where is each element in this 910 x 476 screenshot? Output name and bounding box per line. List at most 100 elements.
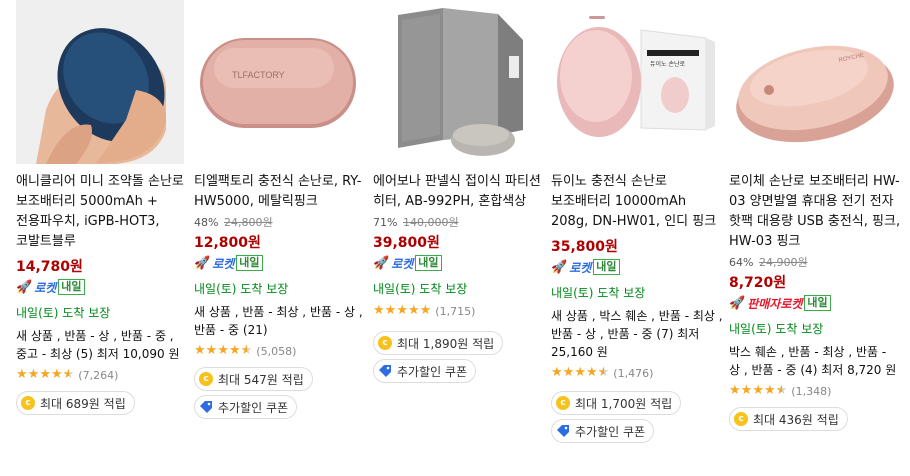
star-icon: ★ — [50, 367, 63, 382]
coupon-tag-icon — [378, 364, 392, 378]
price-unit: 원 — [248, 235, 261, 251]
product-image[interactable]: ROYCHE — [729, 0, 897, 164]
product-price: 12,800원 — [194, 232, 366, 252]
star-icon: ★ — [597, 365, 610, 380]
coin-icon: c — [378, 336, 392, 350]
points-badge: c 최대 689원 적립 — [16, 391, 135, 415]
rating-count: (1,476) — [613, 366, 654, 380]
discount-rate: 71% — [373, 216, 398, 229]
price-value: 12,800 — [194, 235, 249, 251]
tomorrow-badge: 내일 — [58, 279, 85, 295]
coupon-label: 추가할인 쿠폰 — [218, 400, 289, 415]
price-value: 35,800 — [551, 239, 606, 255]
product-title[interactable]: 로이체 손난로 보조배터리 HW-03 양면발열 휴대용 전기 전자 핫팩 대용… — [729, 172, 901, 252]
rating: ★ ★ ★ ★ ★ (5,058) — [194, 343, 366, 359]
discount-info: 48% 24,800원 — [194, 214, 366, 230]
tomorrow-badge: 내일 — [415, 255, 442, 271]
product-card[interactable]: TLFACTORY 티엘팩토리 충전식 손난로, RY-HW5000, 메탈릭핑… — [194, 0, 366, 419]
rocket-icon: 🚀 — [729, 295, 746, 311]
product-options[interactable]: 새 상품 , 반품 - 최상 , 반품 - 상 , 반품 - 중 (21) — [194, 303, 366, 339]
points-badge: c 최대 547원 적립 — [194, 367, 313, 391]
rating-count: (5,058) — [256, 344, 297, 358]
star-rating: ★ ★ ★ ★ ★ — [729, 384, 787, 398]
product-options[interactable]: 새 상품 , 박스 훼손 , 반품 - 최상 , 반품 - 상 , 반품 - 중… — [551, 307, 723, 361]
original-price: 24,800원 — [223, 216, 273, 229]
rocket-label: 로켓 — [34, 280, 57, 295]
rating-count: (7,264) — [78, 368, 119, 382]
discount-info: 71% 140,000원 — [373, 214, 545, 230]
star-icon: ★ — [16, 367, 28, 382]
star-icon: ★ — [373, 303, 385, 318]
coupon-badge[interactable]: 추가할인 쿠폰 — [373, 359, 477, 383]
star-icon: ★ — [194, 343, 206, 358]
coupon-tag-icon — [199, 400, 213, 414]
product-card[interactable]: ROYCHE 로이체 손난로 보조배터리 HW-03 양면발열 휴대용 전기 전… — [729, 0, 901, 431]
product-image[interactable]: TLFACTORY — [194, 0, 362, 164]
delivery-info: 내일(토) 도착 보장 — [729, 322, 824, 336]
delivery-info: 내일(토) 도착 보장 — [551, 286, 646, 300]
star-icon: ★ — [574, 365, 586, 380]
product-options[interactable]: 새 상품 , 반품 - 상 , 반품 - 중 , 중고 - 최상 (5) 최저 … — [16, 327, 188, 363]
points-label: 최대 436원 적립 — [753, 412, 839, 427]
star-icon: ★ — [585, 365, 598, 380]
star-icon: ★ — [752, 383, 764, 398]
rating: ★ ★ ★ ★ ★ (1,715) — [373, 303, 545, 319]
rating: ★ ★ ★ ★ ★ (1,348) — [729, 383, 901, 399]
product-title[interactable]: 듀이노 충전식 손난로 보조배터리 10000mAh 208g, DN-HW01… — [551, 172, 723, 232]
coin-icon: c — [199, 372, 213, 386]
brand-logo: TLFACTORY — [232, 70, 285, 80]
discount-rate: 64% — [729, 256, 754, 269]
price-value: 14,780 — [16, 259, 71, 275]
price-value: 39,800 — [373, 235, 428, 251]
product-grid: 애니클리어 미니 조약돌 손난로 보조배터리 5000mAh + 전용파우치, … — [0, 0, 910, 476]
product-price: 14,780원 — [16, 256, 188, 276]
star-icon: ★ — [384, 303, 397, 318]
rocket-icon: 🚀 — [194, 255, 211, 271]
star-icon: ★ — [407, 303, 420, 318]
points-badge: c 최대 436원 적립 — [729, 407, 848, 431]
star-icon: ★ — [228, 343, 241, 358]
product-image[interactable]: 듀이노 손난로 — [551, 0, 719, 164]
tomorrow-badge: 내일 — [804, 295, 831, 311]
rating: ★ ★ ★ ★ ★ (7,264) — [16, 367, 188, 383]
star-icon: ★ — [240, 343, 253, 358]
coin-icon: c — [556, 396, 570, 410]
seller-rocket-label: 판매자로켓 — [747, 296, 803, 311]
coupon-badge[interactable]: 추가할인 쿠폰 — [194, 395, 298, 419]
star-icon: ★ — [62, 367, 75, 382]
product-image[interactable] — [16, 0, 184, 164]
star-rating: ★ ★ ★ ★ ★ — [16, 368, 74, 382]
product-image[interactable] — [373, 0, 541, 164]
star-icon: ★ — [775, 383, 788, 398]
seller-rocket-badge: 🚀 판매자로켓 내일 — [729, 294, 901, 312]
star-icon: ★ — [396, 303, 408, 318]
star-icon: ★ — [763, 383, 776, 398]
original-price: 24,900원 — [758, 256, 808, 269]
star-icon: ★ — [740, 383, 753, 398]
coupon-badge[interactable]: 추가할인 쿠폰 — [551, 419, 655, 443]
product-price: 35,800원 — [551, 236, 723, 256]
product-card[interactable]: 듀이노 손난로 듀이노 충전식 손난로 보조배터리 10000mAh 208g,… — [551, 0, 723, 443]
tomorrow-badge: 내일 — [593, 259, 620, 275]
rocket-label: 로켓 — [212, 256, 235, 271]
points-badge: c 최대 1,700원 적립 — [551, 391, 682, 415]
rocket-badge: 🚀 로켓 내일 — [551, 258, 723, 276]
rocket-icon: 🚀 — [551, 259, 568, 275]
price-unit: 원 — [70, 259, 83, 275]
product-title[interactable]: 에어보나 판넬식 접이식 파티션 히터, AB-992PH, 혼합색상 — [373, 172, 545, 212]
rocket-badge: 🚀 로켓 내일 — [16, 278, 188, 296]
star-icon: ★ — [217, 343, 229, 358]
star-rating: ★ ★ ★ ★ ★ — [194, 344, 252, 358]
star-icon: ★ — [551, 365, 563, 380]
product-card[interactable]: 애니클리어 미니 조약돌 손난로 보조배터리 5000mAh + 전용파우치, … — [16, 0, 188, 415]
product-card[interactable]: 에어보나 판넬식 접이식 파티션 히터, AB-992PH, 혼합색상 71% … — [373, 0, 545, 383]
product-options[interactable]: 박스 훼손 , 반품 - 최상 , 반품 - 상 , 반품 - 중 (4) 최저… — [729, 343, 901, 379]
product-title[interactable]: 티엘팩토리 충전식 손난로, RY-HW5000, 메탈릭핑크 — [194, 172, 366, 212]
coupon-label: 추가할인 쿠폰 — [397, 364, 468, 379]
rocket-badge: 🚀 로켓 내일 — [194, 254, 366, 272]
original-price: 140,000원 — [402, 216, 459, 229]
coupon-label: 추가할인 쿠폰 — [575, 424, 646, 439]
price-unit: 원 — [427, 235, 440, 251]
product-price: 39,800원 — [373, 232, 545, 252]
product-title[interactable]: 애니클리어 미니 조약돌 손난로 보조배터리 5000mAh + 전용파우치, … — [16, 172, 188, 252]
